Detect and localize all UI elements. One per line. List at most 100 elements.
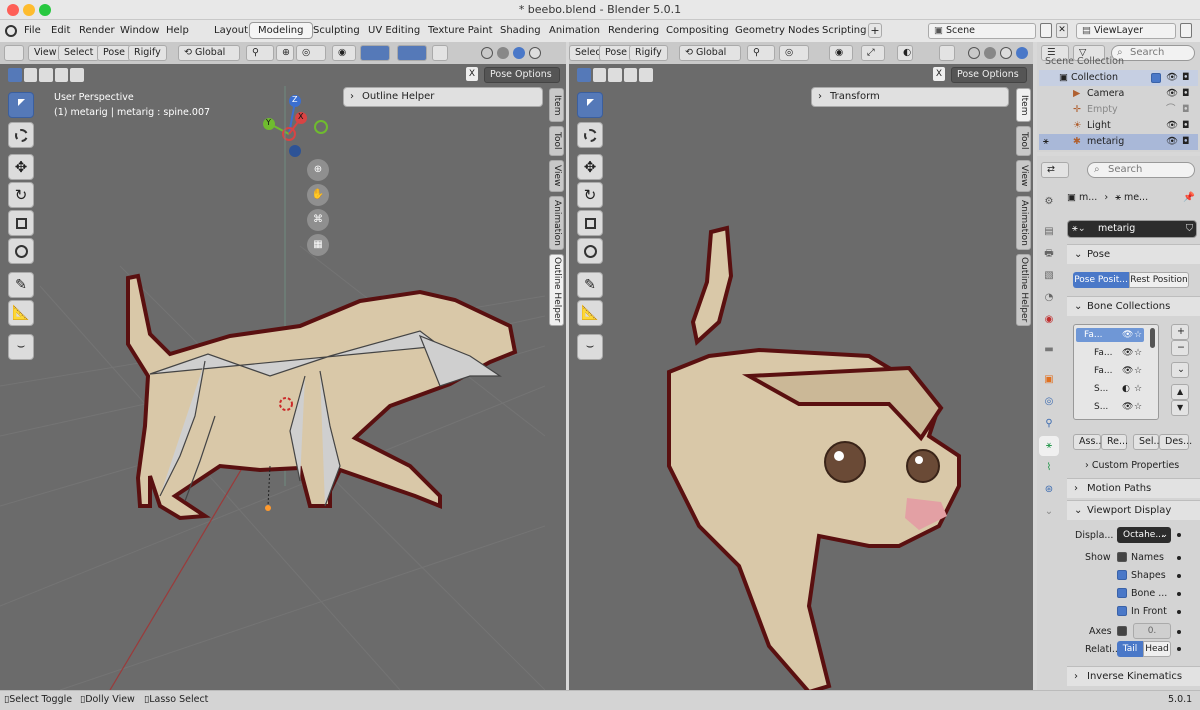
right-material-shading-icon[interactable] — [1000, 47, 1012, 59]
menu-help[interactable]: Help — [166, 25, 189, 36]
right-ntab-outline-helper[interactable]: Outline Helper — [1016, 254, 1031, 326]
left-wireframe-shading-icon[interactable] — [481, 47, 493, 59]
menu-file[interactable]: File — [24, 25, 41, 36]
left-pivot-icon[interactable]: ⚲ — [246, 45, 274, 61]
right-select-mode-icons[interactable] — [577, 68, 653, 82]
bone-constraint-tab-icon[interactable]: ⊛ — [1039, 480, 1059, 500]
left-visibility-icon[interactable]: ◉ — [332, 45, 356, 61]
outliner-row-metarig[interactable]: ⚹ ✱ metarig 👁 ◘ — [1039, 134, 1198, 150]
camera-render-icon[interactable]: ◘ — [1182, 118, 1190, 134]
outliner-row-empty[interactable]: ✛ Empty ⌒ ◘ — [1039, 102, 1198, 118]
tool-tab-icon[interactable]: ⚙ — [1039, 192, 1059, 212]
left-rigify-menu[interactable]: Rigify — [128, 45, 167, 61]
viewport-display-header[interactable]: ⌄ Viewport Display — [1067, 500, 1200, 520]
ntab-animation[interactable]: Animation — [549, 196, 564, 250]
star-icon[interactable]: ☆ — [1134, 382, 1142, 396]
in-front-checkbox[interactable] — [1117, 606, 1127, 616]
new-scene-icon[interactable] — [1040, 23, 1052, 38]
left-pose-menu[interactable]: Pose — [97, 45, 131, 61]
tab-uv-editing[interactable]: UV Editing — [360, 22, 428, 39]
shapes-checkbox[interactable] — [1117, 570, 1127, 580]
star-icon[interactable]: ☆ — [1134, 400, 1142, 414]
camera-render-icon[interactable]: ◘ — [1182, 134, 1190, 150]
camera-render-icon[interactable]: ◘ — [1182, 86, 1190, 102]
camera-render-icon[interactable]: ◘ — [1182, 70, 1190, 86]
tab-geometry-nodes[interactable]: Geometry Nodes — [727, 22, 827, 39]
menu-edit[interactable]: Edit — [51, 25, 70, 36]
pose-position-button[interactable]: Pose Posit... — [1073, 272, 1129, 288]
bone-tab-icon[interactable]: ⌇ — [1039, 458, 1059, 478]
right-solid-shading-icon[interactable] — [984, 47, 996, 59]
view-layer-selector[interactable]: ▤ ViewLayer — [1076, 23, 1176, 39]
right-ntab-view[interactable]: View — [1016, 160, 1031, 192]
tab-modeling[interactable]: Modeling — [249, 22, 313, 39]
new-view-layer-icon[interactable] — [1180, 23, 1192, 38]
menu-render[interactable]: Render — [79, 25, 115, 36]
right-gizmo-toggle-icon[interactable]: ⤢ — [861, 45, 885, 61]
animate-property-dot[interactable] — [1177, 610, 1181, 614]
remove-button[interactable]: Re... — [1101, 434, 1128, 450]
eye-icon[interactable]: 👁 — [1122, 346, 1133, 360]
right-ntab-item[interactable]: Item — [1016, 88, 1031, 122]
bone-collection-item[interactable]: S... ◐ ☆ — [1076, 382, 1144, 396]
bone-collection-item[interactable]: Fa... 👁 ☆ — [1076, 364, 1144, 378]
bone-collections-header[interactable]: ⌄ Bone Collections — [1067, 296, 1200, 316]
animate-property-dot[interactable] — [1177, 647, 1181, 651]
right-wireframe-shading-icon[interactable] — [968, 47, 980, 59]
select-button[interactable]: Sel... — [1133, 434, 1163, 450]
armature-data-tab-icon[interactable]: ⚹ — [1039, 436, 1059, 456]
left-select-menu[interactable]: Select — [58, 45, 100, 61]
list-scrollbar[interactable] — [1150, 328, 1155, 348]
object-tab-icon[interactable]: ▣ — [1039, 370, 1059, 390]
pin-icon[interactable]: 📌 — [1183, 192, 1195, 203]
left-overlay-toggle-icon[interactable] — [397, 45, 427, 61]
properties-search-input[interactable]: ⌕ Search — [1087, 162, 1195, 178]
right-overlay-toggle-icon[interactable]: ◐ — [897, 45, 913, 61]
right-visibility-icon[interactable]: ◉ — [829, 45, 853, 61]
add-bone-collection-button[interactable]: + — [1171, 324, 1189, 340]
animate-property-dot[interactable] — [1177, 556, 1181, 560]
left-solid-shading-icon[interactable] — [497, 47, 509, 59]
left-proportional-icon[interactable]: ◎ — [296, 45, 326, 61]
add-workspace-button[interactable]: + — [868, 23, 882, 38]
eye-closed-icon[interactable]: ◐ — [1122, 382, 1130, 396]
outliner-row-camera[interactable]: ▶ Camera 👁 ◘ — [1039, 86, 1198, 102]
relation-tail-button[interactable]: Tail — [1117, 641, 1143, 657]
motion-paths-header[interactable]: › Motion Paths — [1067, 478, 1200, 498]
scene-tab-icon[interactable]: ◔ — [1039, 288, 1059, 308]
rest-position-button[interactable]: Rest Position — [1129, 272, 1189, 288]
move-down-button[interactable]: ▼ — [1171, 400, 1189, 416]
assign-button[interactable]: Ass... — [1073, 434, 1104, 450]
names-checkbox[interactable] — [1117, 552, 1127, 562]
right-mirror-x-icon[interactable]: X — [933, 67, 945, 81]
left-orientation-dropdown[interactable]: ⟲ Global — [178, 45, 240, 61]
display-as-dropdown[interactable]: Octahe... ⌄ — [1117, 527, 1171, 543]
bone-collection-item[interactable]: Fa... 👁 ☆ — [1076, 328, 1144, 342]
right-3d-viewport[interactable]: Select Pose Rigify ⟲ Global ⚲ ◎ ◉ ⤢ ◐ X … — [569, 42, 1033, 690]
ntab-tool[interactable]: Tool — [549, 126, 564, 156]
right-xray-icon[interactable] — [939, 45, 955, 61]
tab-scripting[interactable]: Scripting — [814, 22, 874, 39]
left-rendered-shading-icon[interactable] — [529, 47, 541, 59]
camera-render-icon[interactable]: ◘ — [1182, 102, 1190, 118]
world-tab-icon[interactable]: ◉ — [1039, 310, 1059, 330]
deselect-button[interactable]: Des... — [1159, 434, 1192, 450]
physics-tab-icon[interactable]: ◎ — [1039, 392, 1059, 412]
move-up-button[interactable]: ▲ — [1171, 384, 1189, 400]
custom-properties-subpanel[interactable]: › Custom Properties — [1085, 460, 1179, 471]
tab-animation[interactable]: Animation — [541, 22, 608, 39]
eye-icon[interactable]: 👁 — [1166, 134, 1178, 150]
tab-texture-paint[interactable]: Texture Paint — [420, 22, 501, 39]
star-icon[interactable]: ☆ — [1134, 364, 1142, 378]
blender-logo-icon[interactable] — [5, 25, 17, 37]
bone-collections-list[interactable]: Fa... 👁 ☆ Fa... 👁 ☆ Fa... 👁 ☆ S... ◐ ☆ S… — [1073, 324, 1159, 420]
right-rendered-shading-icon[interactable] — [1016, 47, 1028, 59]
inverse-kinematics-header[interactable]: › Inverse Kinematics — [1067, 666, 1200, 686]
right-pivot-icon[interactable]: ⚲ — [747, 45, 775, 61]
menu-window[interactable]: Window — [120, 25, 159, 36]
scene-selector[interactable]: ▣ Scene — [928, 23, 1036, 39]
left-pose-options-dropdown[interactable]: Pose Options — [484, 67, 560, 83]
relation-head-button[interactable]: Head — [1143, 641, 1171, 657]
star-icon[interactable]: ☆ — [1134, 346, 1142, 360]
animate-property-dot[interactable] — [1177, 533, 1181, 537]
